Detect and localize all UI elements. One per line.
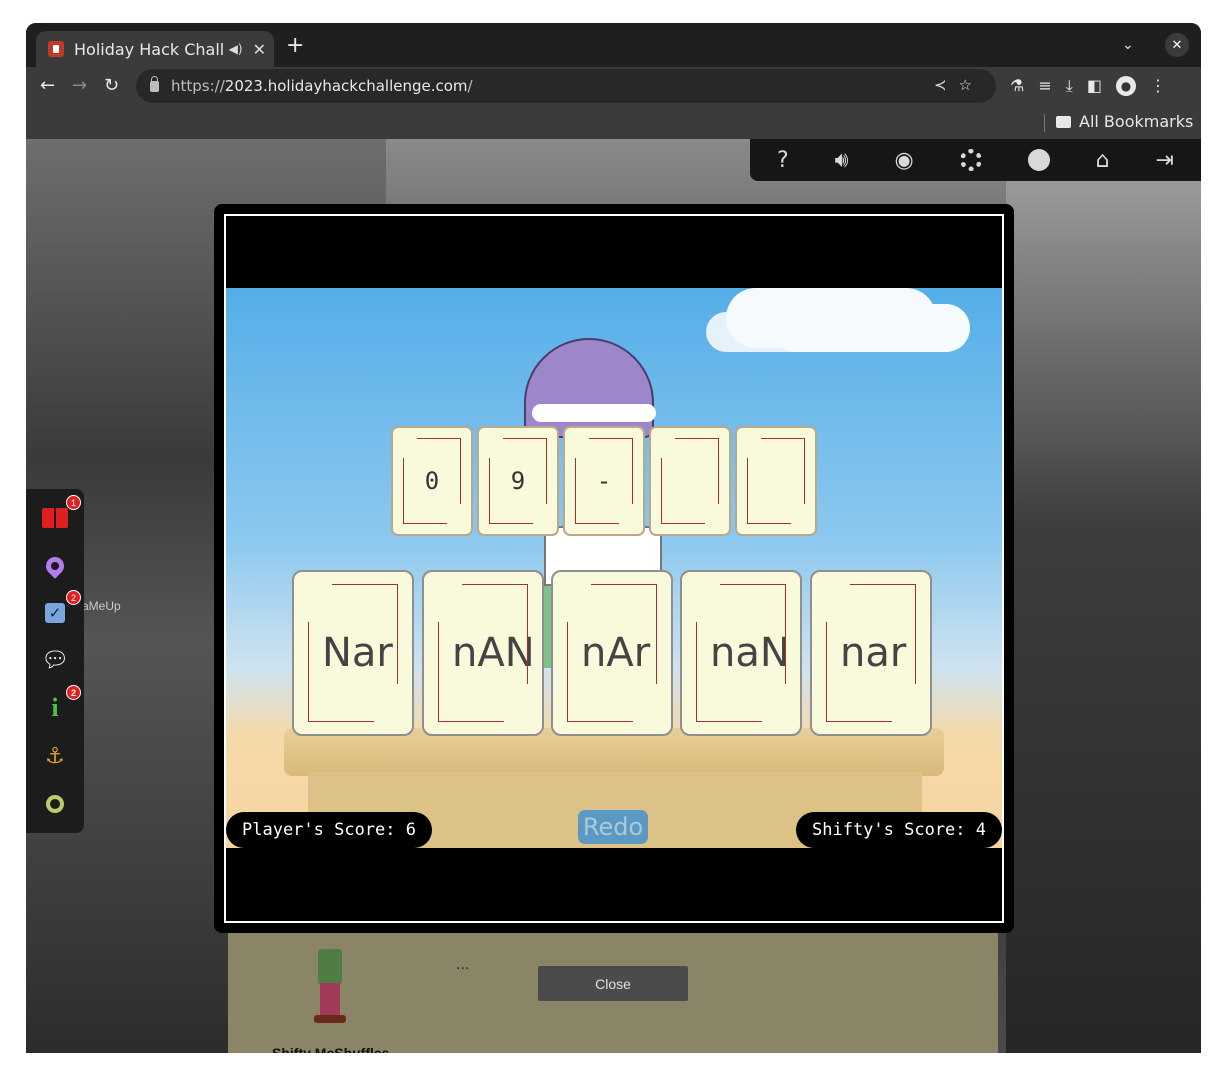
reload-icon[interactable]: ↻ <box>104 75 119 96</box>
tab-close-icon[interactable]: ✕ <box>253 40 266 59</box>
game-top-menu: ? 🔊︎ ◉ ⌂ ⇥ <box>750 139 1201 181</box>
dialog-ellipsis: ... <box>456 957 470 973</box>
game-canvas[interactable]: 0 9 - Nar nAN nAr naN nar Player's Score… <box>226 288 1002 848</box>
url-path: / <box>467 77 473 95</box>
hand-card[interactable]: nar <box>810 570 932 736</box>
forward-arrow-icon[interactable]: → <box>72 75 87 96</box>
cloud-decoration <box>726 288 936 348</box>
elf-hat-trim <box>532 404 656 422</box>
game-sidebar: 1 ✓ 2 💬︎ i 2 ⚓︎ <box>26 489 84 833</box>
all-bookmarks-label: All Bookmarks <box>1079 112 1194 131</box>
audio-playing-icon[interactable]: ◀) <box>229 42 243 56</box>
award-ribbon-icon <box>46 795 64 813</box>
share-icon[interactable]: ≺ <box>934 76 959 94</box>
tab-title: Holiday Hack Challe <box>74 39 223 59</box>
side-panel-icon[interactable]: ◧ <box>1087 76 1102 96</box>
download-icon[interactable]: ⤓ <box>1066 76 1073 96</box>
info-icon: i <box>51 693 59 722</box>
player-score: Player's Score: 6 <box>226 812 432 848</box>
close-button[interactable]: Close <box>538 966 688 1001</box>
url-host: 2023.holidayhackchallenge.com <box>224 77 468 95</box>
tab-strip: Holiday Hack Challe ◀) ✕ + ⌄ ✕ <box>26 23 1201 67</box>
game-page: Shifty McShuffles ... aMeUp ? 🔊︎ ◉ ⌂ ⇥ 1… <box>26 139 1201 1053</box>
account-icon[interactable] <box>1027 149 1050 171</box>
new-tab-icon[interactable]: + <box>286 33 304 58</box>
scene-label: aMeUp <box>82 599 121 613</box>
sidebar-item-achievements[interactable] <box>40 789 70 819</box>
home-icon[interactable]: ⌂ <box>1096 148 1110 173</box>
slot-card[interactable]: 9 <box>477 426 559 536</box>
game-modal: 0 9 - Nar nAN nAr naN nar Player's Score… <box>214 204 1014 933</box>
tab-holiday-hack[interactable]: Holiday Hack Challe ◀) ✕ <box>36 31 274 67</box>
browser-window: Holiday Hack Challe ◀) ✕ + ⌄ ✕ ← → ↻ htt… <box>26 23 1201 1053</box>
slot-card[interactable] <box>649 426 731 536</box>
anchor-icon: ⚓︎ <box>45 743 65 769</box>
profile-avatar-icon[interactable]: ● <box>1115 76 1136 96</box>
window-close-icon[interactable]: ✕ <box>1165 33 1189 57</box>
npc-shifty-avatar[interactable] <box>308 929 352 1029</box>
bookmarks-separator <box>1044 114 1045 132</box>
slot-card[interactable]: 0 <box>391 426 473 536</box>
logout-icon[interactable]: ⇥ <box>1156 148 1174 173</box>
hand-card[interactable]: naN <box>680 570 802 736</box>
badge-info: 2 <box>66 685 81 700</box>
url-scheme: https:// <box>171 77 225 95</box>
extension-icons: ⚗ ≡ ⤓ ◧ ● ⋮ <box>1010 76 1166 96</box>
chat-bubbles-icon: 💬︎ <box>41 647 69 673</box>
sidebar-item-anchor[interactable]: ⚓︎ <box>40 741 70 771</box>
slot-card[interactable] <box>735 426 817 536</box>
game-frame: 0 9 - Nar nAN nAr naN nar Player's Score… <box>224 214 1004 923</box>
media-queue-icon[interactable]: ≡ <box>1038 76 1051 96</box>
hand-card[interactable]: nAr <box>551 570 673 736</box>
bookmarks-bar: All Bookmarks <box>26 105 1201 139</box>
slot-card[interactable]: - <box>563 426 645 536</box>
address-bar[interactable]: https://2023.holidayhackchallenge.com / ≺… <box>136 69 996 103</box>
browser-toolbar: ← → ↻ https://2023.holidayhackchallenge.… <box>26 67 1201 105</box>
site-favicon-icon <box>48 41 64 57</box>
badge-book: 1 <box>66 495 81 510</box>
folder-icon <box>1056 115 1071 128</box>
book-icon <box>42 508 68 528</box>
badge-tasks: 2 <box>66 590 81 605</box>
map-pin-icon <box>42 553 68 579</box>
sidebar-item-tasks[interactable]: ✓ 2 <box>40 590 81 628</box>
volume-icon[interactable]: 🔊︎ <box>835 148 849 173</box>
tab-search-chevron-icon[interactable]: ⌄ <box>1122 37 1134 53</box>
settings-gear-icon[interactable] <box>959 149 982 171</box>
hand-card[interactable]: nAN <box>422 570 544 736</box>
discord-icon[interactable]: ◉ <box>894 148 913 173</box>
redo-button[interactable]: Redo <box>578 810 648 844</box>
elf-hat <box>524 338 654 438</box>
hand-card[interactable]: Nar <box>292 570 414 736</box>
npc-name: Shifty McShuffles <box>272 1045 390 1053</box>
labs-flask-icon[interactable]: ⚗ <box>1010 76 1024 96</box>
back-arrow-icon[interactable]: ← <box>40 75 55 96</box>
lock-icon[interactable] <box>150 75 159 92</box>
checkbox-icon: ✓ <box>45 603 65 623</box>
sidebar-item-chat[interactable]: 💬︎ <box>40 645 70 675</box>
scene-background-right <box>1006 179 1201 1053</box>
sidebar-item-info[interactable]: i 2 <box>40 685 81 723</box>
sidebar-item-objectives[interactable]: 1 <box>40 495 81 533</box>
sidebar-item-map[interactable] <box>40 551 70 581</box>
menu-kebab-icon[interactable]: ⋮ <box>1150 76 1166 96</box>
bookmark-star-icon[interactable]: ☆ <box>959 76 984 94</box>
help-icon[interactable]: ? <box>777 148 789 173</box>
all-bookmarks-button[interactable]: All Bookmarks <box>1056 112 1193 131</box>
shifty-score: Shifty's Score: 4 <box>796 812 1002 848</box>
